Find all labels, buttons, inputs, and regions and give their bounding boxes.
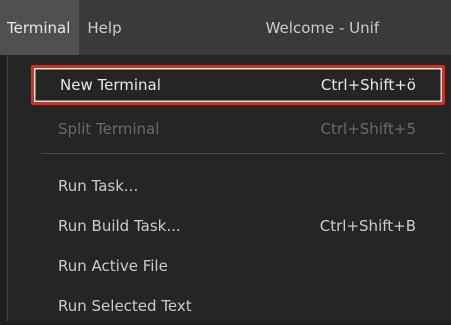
menu-bar: Terminal Help Welcome - Unif [0,0,451,55]
menu-item-label: New Terminal [60,76,161,94]
menu-item-run-selected-text[interactable]: Run Selected Text [32,287,442,325]
menu-item-label: Run Active File [58,257,168,275]
menu-item-shortcut: Ctrl+Shift+B [319,217,416,235]
menu-item-label: Run Build Task... [58,217,181,235]
menu-item-label: Run Task... [58,177,139,195]
menu-item-run-active-file[interactable]: Run Active File [32,247,442,285]
menu-help[interactable]: Help [79,0,129,55]
menu-separator [41,153,445,154]
terminal-dropdown-menu: New Terminal Ctrl+Shift+ö Split Terminal… [7,55,451,321]
menu-item-label: Run Selected Text [58,297,192,315]
menu-item-new-terminal[interactable]: New Terminal Ctrl+Shift+ö [30,64,446,106]
menu-item-split-terminal: Split Terminal Ctrl+Shift+5 [32,110,442,148]
menu-item-label: Split Terminal [58,120,160,138]
window-title: Welcome - Unif [265,18,380,37]
menu-terminal[interactable]: Terminal [0,0,80,55]
menu-item-shortcut: Ctrl+Shift+5 [320,120,416,138]
menu-item-shortcut: Ctrl+Shift+ö [320,76,416,94]
menu-item-run-task[interactable]: Run Task... [32,167,442,205]
menu-item-run-build-task[interactable]: Run Build Task... Ctrl+Shift+B [32,207,442,245]
